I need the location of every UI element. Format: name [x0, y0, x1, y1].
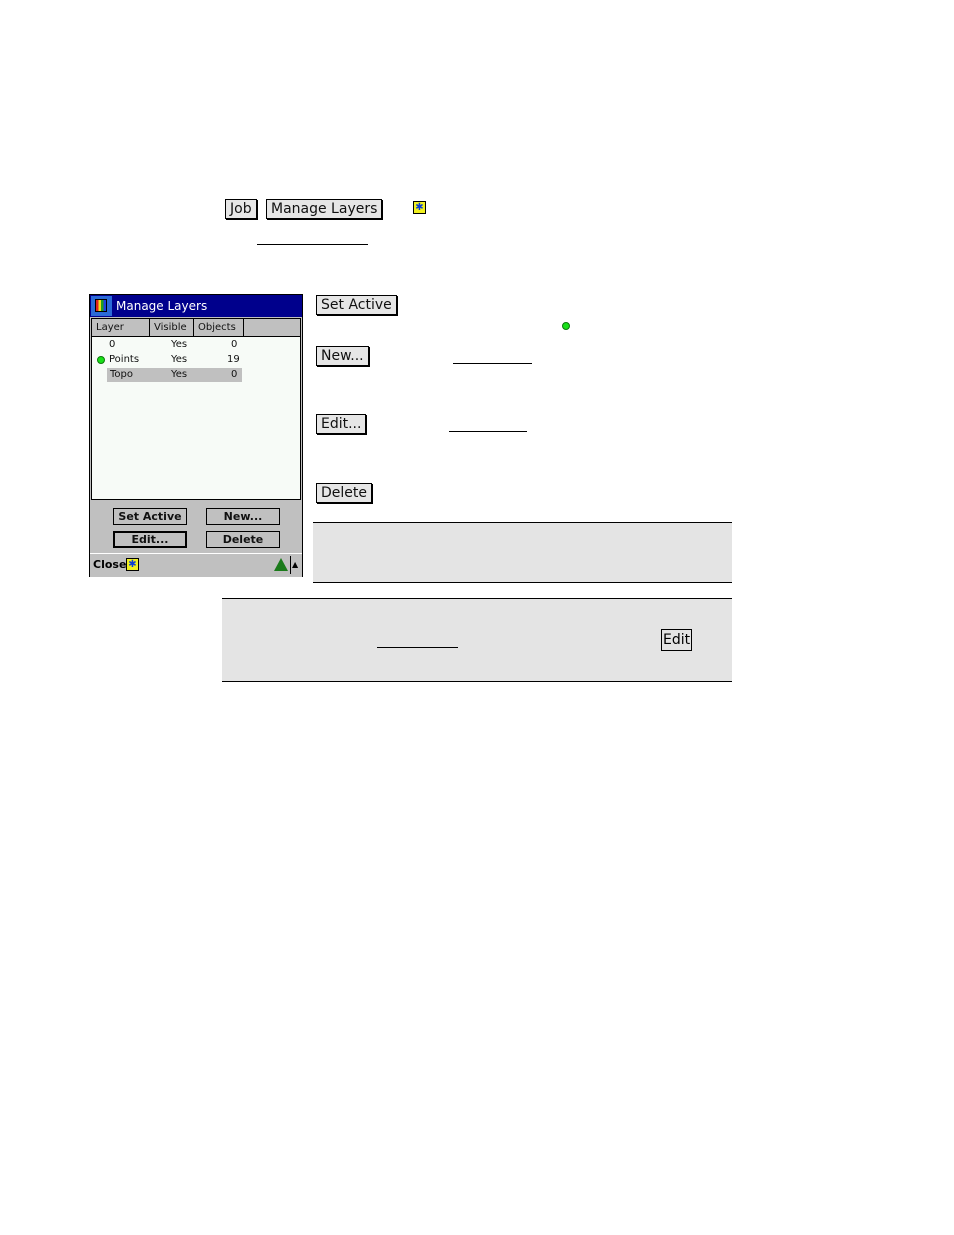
star-icon[interactable]: ✱ [126, 558, 139, 571]
active-layer-dot-icon [562, 322, 570, 330]
bar-divider [290, 556, 291, 574]
tip-box: Edit [222, 598, 732, 682]
layer-objects: 0 [231, 339, 238, 350]
active-layer-dot-icon [97, 356, 105, 364]
column-header-layer[interactable]: Layer [92, 319, 150, 336]
list-item[interactable]: Points Yes 19 [92, 353, 300, 367]
set-active-label: Set Active [316, 295, 397, 315]
note-box [313, 522, 732, 583]
list-item[interactable]: 0 Yes 0 [92, 338, 300, 352]
link-underline [449, 431, 527, 432]
column-header-objects[interactable]: Objects [194, 319, 244, 336]
new-button[interactable]: New... [206, 508, 280, 525]
close-button[interactable]: Close [93, 554, 126, 576]
input-panel-arrow-icon[interactable]: ▲ [292, 554, 298, 576]
manage-layers-button[interactable]: Manage Layers [266, 199, 383, 219]
bottom-bar: Close ✱ ▲ [90, 553, 302, 577]
manage-layers-window: Manage Layers Layer Visible Objects 0 Ye… [89, 294, 303, 577]
layers-list[interactable]: Layer Visible Objects 0 Yes 0 Points Yes… [91, 318, 301, 500]
list-item-selected[interactable]: Topo Yes 0 [92, 368, 300, 382]
delete-button[interactable]: Delete [206, 531, 280, 548]
column-header-visible[interactable]: Visible [150, 319, 194, 336]
layer-objects: 0 [231, 369, 238, 380]
layer-name: Topo [110, 369, 133, 380]
layer-visible: Yes [171, 339, 188, 350]
layer-visible: Yes [171, 354, 188, 365]
window-title: Manage Layers [116, 299, 208, 313]
layer-visible: Yes [171, 369, 188, 380]
layer-name: 0 [109, 339, 116, 350]
layer-name: Points [109, 354, 140, 365]
edit-button[interactable]: Edit... [113, 531, 187, 548]
layer-objects: 19 [227, 354, 240, 365]
delete-label: Delete [316, 483, 372, 503]
job-button[interactable]: Job [225, 199, 257, 219]
edit-key-label: Edit [661, 629, 693, 651]
edit-label: Edit... [316, 414, 367, 434]
title-bar: Manage Layers [90, 295, 302, 317]
link-underline [377, 647, 458, 648]
set-active-button[interactable]: Set Active [113, 508, 187, 525]
trimble-logo-icon[interactable] [274, 558, 288, 571]
link-underline [453, 363, 532, 364]
new-label: New... [316, 346, 369, 366]
star-icon: ✱ [413, 201, 426, 214]
link-underline [257, 244, 368, 245]
list-header: Layer Visible Objects [92, 319, 300, 337]
windows-start-icon[interactable] [91, 296, 112, 316]
